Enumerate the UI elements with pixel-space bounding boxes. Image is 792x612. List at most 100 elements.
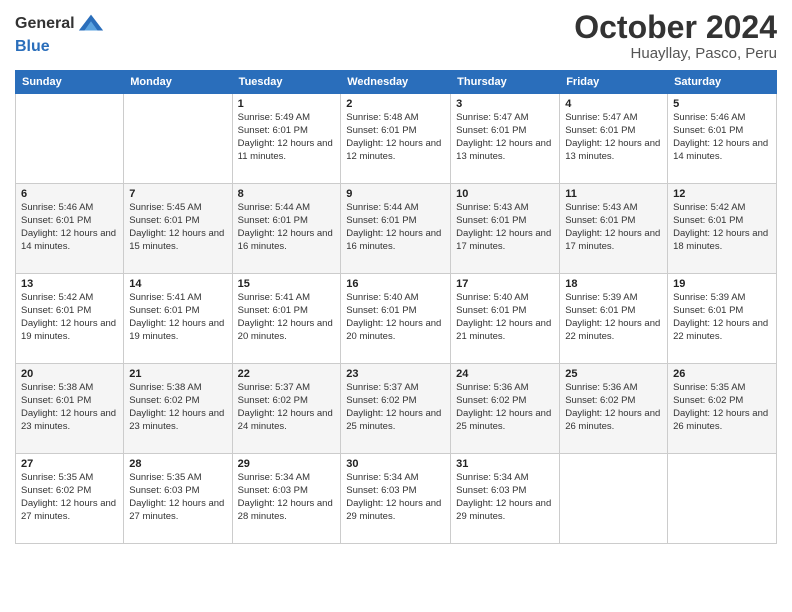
calendar-cell: 28Sunrise: 5:35 AMSunset: 6:03 PMDayligh… — [124, 454, 232, 544]
logo-icon — [77, 10, 105, 38]
calendar-cell: 20 Sunrise: 5:38 AMSunset: 6:01 PMDayligh… — [16, 364, 124, 454]
calendar-cell: 26 Sunrise: 5:35 AMSunset: 6:02 PMDayligh… — [668, 364, 777, 454]
day-number: 21 — [129, 368, 226, 380]
day-number: 30 — [346, 458, 445, 470]
calendar-cell: 14Sunrise: 5:41 AMSunset: 6:01 PMDayligh… — [124, 274, 232, 364]
day-number: 20 — [21, 368, 118, 380]
header-day-friday: Friday — [560, 71, 668, 94]
calendar-week-1: 1 Sunrise: 5:49 AMSunset: 6:01 PMDaylight… — [16, 94, 777, 184]
calendar-cell: 31 Sunrise: 5:34 AMSunset: 6:03 PMDayligh… — [451, 454, 560, 544]
calendar-cell — [124, 94, 232, 184]
day-info: Sunrise: 5:35 AMSunset: 6:02 PMDaylight:… — [673, 382, 771, 433]
calendar-table: SundayMondayTuesdayWednesdayThursdayFrid… — [15, 70, 777, 544]
day-number: 29 — [238, 458, 336, 470]
day-number: 18 — [565, 278, 662, 290]
calendar-cell: 25 Sunrise: 5:36 AMSunset: 6:02 PMDayligh… — [560, 364, 668, 454]
day-info: Sunrise: 5:46 AMSunset: 6:01 PMDaylight:… — [21, 202, 118, 253]
day-number: 1 — [238, 98, 336, 110]
day-info: Sunrise: 5:36 AMSunset: 6:02 PMDaylight:… — [565, 382, 662, 433]
day-number: 3 — [456, 98, 554, 110]
calendar-cell — [560, 454, 668, 544]
calendar-week-4: 20 Sunrise: 5:38 AMSunset: 6:01 PMDayligh… — [16, 364, 777, 454]
day-number: 25 — [565, 368, 662, 380]
calendar-cell: 27Sunrise: 5:35 AMSunset: 6:02 PMDayligh… — [16, 454, 124, 544]
calendar-cell: 22Sunrise: 5:37 AMSunset: 6:02 PMDayligh… — [232, 364, 341, 454]
header-day-saturday: Saturday — [668, 71, 777, 94]
calendar-cell: 1 Sunrise: 5:49 AMSunset: 6:01 PMDaylight… — [232, 94, 341, 184]
day-number: 19 — [673, 278, 771, 290]
calendar-cell: 2 Sunrise: 5:48 AMSunset: 6:01 PMDaylight… — [341, 94, 451, 184]
day-info: Sunrise: 5:47 AMSunset: 6:01 PMDaylight:… — [565, 112, 662, 163]
day-number: 23 — [346, 368, 445, 380]
calendar-cell: 8 Sunrise: 5:44 AMSunset: 6:01 PMDaylight… — [232, 184, 341, 274]
day-number: 2 — [346, 98, 445, 110]
day-info: Sunrise: 5:41 AMSunset: 6:01 PMDaylight:… — [238, 292, 336, 343]
title-section: October 2024 Huayllay, Pasco, Peru — [574, 10, 777, 62]
calendar-cell: 19 Sunrise: 5:39 AMSunset: 6:01 PMDayligh… — [668, 274, 777, 364]
day-info: Sunrise: 5:35 AMSunset: 6:02 PMDaylight:… — [21, 472, 118, 523]
day-number: 4 — [565, 98, 662, 110]
location-title: Huayllay, Pasco, Peru — [574, 45, 777, 62]
header: General Blue October 2024 Huayllay, Pasc… — [15, 10, 777, 62]
day-info: Sunrise: 5:47 AMSunset: 6:01 PMDaylight:… — [456, 112, 554, 163]
calendar-cell: 10Sunrise: 5:43 AMSunset: 6:01 PMDayligh… — [451, 184, 560, 274]
logo: General Blue — [15, 10, 105, 56]
calendar-cell — [16, 94, 124, 184]
calendar-cell: 18 Sunrise: 5:39 AMSunset: 6:01 PMDayligh… — [560, 274, 668, 364]
calendar-cell: 24Sunrise: 5:36 AMSunset: 6:02 PMDayligh… — [451, 364, 560, 454]
day-info: Sunrise: 5:34 AMSunset: 6:03 PMDaylight:… — [456, 472, 554, 523]
day-info: Sunrise: 5:42 AMSunset: 6:01 PMDaylight:… — [673, 202, 771, 253]
calendar-cell: 5 Sunrise: 5:46 AMSunset: 6:01 PMDaylight… — [668, 94, 777, 184]
day-number: 11 — [565, 188, 662, 200]
page: General Blue October 2024 Huayllay, Pasc… — [0, 0, 792, 612]
month-title: October 2024 — [574, 10, 777, 45]
day-info: Sunrise: 5:39 AMSunset: 6:01 PMDaylight:… — [565, 292, 662, 343]
day-number: 31 — [456, 458, 554, 470]
day-number: 26 — [673, 368, 771, 380]
day-info: Sunrise: 5:34 AMSunset: 6:03 PMDaylight:… — [238, 472, 336, 523]
day-number: 22 — [238, 368, 336, 380]
calendar-cell: 30 Sunrise: 5:34 AMSunset: 6:03 PMDayligh… — [341, 454, 451, 544]
day-info: Sunrise: 5:43 AMSunset: 6:01 PMDaylight:… — [456, 202, 554, 253]
day-number: 28 — [129, 458, 226, 470]
day-number: 13 — [21, 278, 118, 290]
calendar-cell: 7Sunrise: 5:45 AMSunset: 6:01 PMDaylight… — [124, 184, 232, 274]
day-info: Sunrise: 5:39 AMSunset: 6:01 PMDaylight:… — [673, 292, 771, 343]
calendar-cell: 6 Sunrise: 5:46 AMSunset: 6:01 PMDaylight… — [16, 184, 124, 274]
day-info: Sunrise: 5:37 AMSunset: 6:02 PMDaylight:… — [346, 382, 445, 433]
calendar-cell: 23 Sunrise: 5:37 AMSunset: 6:02 PMDayligh… — [341, 364, 451, 454]
day-info: Sunrise: 5:42 AMSunset: 6:01 PMDaylight:… — [21, 292, 118, 343]
day-number: 6 — [21, 188, 118, 200]
day-number: 14 — [129, 278, 226, 290]
day-number: 8 — [238, 188, 336, 200]
day-number: 17 — [456, 278, 554, 290]
calendar-week-2: 6 Sunrise: 5:46 AMSunset: 6:01 PMDaylight… — [16, 184, 777, 274]
calendar-week-3: 13 Sunrise: 5:42 AMSunset: 6:01 PMDayligh… — [16, 274, 777, 364]
calendar-cell: 21 Sunrise: 5:38 AMSunset: 6:02 PMDayligh… — [124, 364, 232, 454]
day-info: Sunrise: 5:46 AMSunset: 6:01 PMDaylight:… — [673, 112, 771, 163]
day-info: Sunrise: 5:43 AMSunset: 6:01 PMDaylight:… — [565, 202, 662, 253]
header-day-sunday: Sunday — [16, 71, 124, 94]
day-info: Sunrise: 5:44 AMSunset: 6:01 PMDaylight:… — [238, 202, 336, 253]
day-info: Sunrise: 5:38 AMSunset: 6:02 PMDaylight:… — [129, 382, 226, 433]
header-day-tuesday: Tuesday — [232, 71, 341, 94]
calendar-cell: 15 Sunrise: 5:41 AMSunset: 6:01 PMDayligh… — [232, 274, 341, 364]
calendar-cell: 12Sunrise: 5:42 AMSunset: 6:01 PMDayligh… — [668, 184, 777, 274]
day-info: Sunrise: 5:49 AMSunset: 6:01 PMDaylight:… — [238, 112, 336, 163]
day-info: Sunrise: 5:38 AMSunset: 6:01 PMDaylight:… — [21, 382, 118, 433]
logo-general: General — [15, 15, 75, 33]
day-number: 9 — [346, 188, 445, 200]
calendar-week-5: 27Sunrise: 5:35 AMSunset: 6:02 PMDayligh… — [16, 454, 777, 544]
day-info: Sunrise: 5:40 AMSunset: 6:01 PMDaylight:… — [456, 292, 554, 343]
day-number: 5 — [673, 98, 771, 110]
day-info: Sunrise: 5:48 AMSunset: 6:01 PMDaylight:… — [346, 112, 445, 163]
calendar-header-row: SundayMondayTuesdayWednesdayThursdayFrid… — [16, 71, 777, 94]
day-number: 15 — [238, 278, 336, 290]
header-day-wednesday: Wednesday — [341, 71, 451, 94]
calendar-cell: 17 Sunrise: 5:40 AMSunset: 6:01 PMDayligh… — [451, 274, 560, 364]
day-number: 7 — [129, 188, 226, 200]
day-number: 24 — [456, 368, 554, 380]
header-day-monday: Monday — [124, 71, 232, 94]
calendar-cell: 13 Sunrise: 5:42 AMSunset: 6:01 PMDayligh… — [16, 274, 124, 364]
day-info: Sunrise: 5:34 AMSunset: 6:03 PMDaylight:… — [346, 472, 445, 523]
